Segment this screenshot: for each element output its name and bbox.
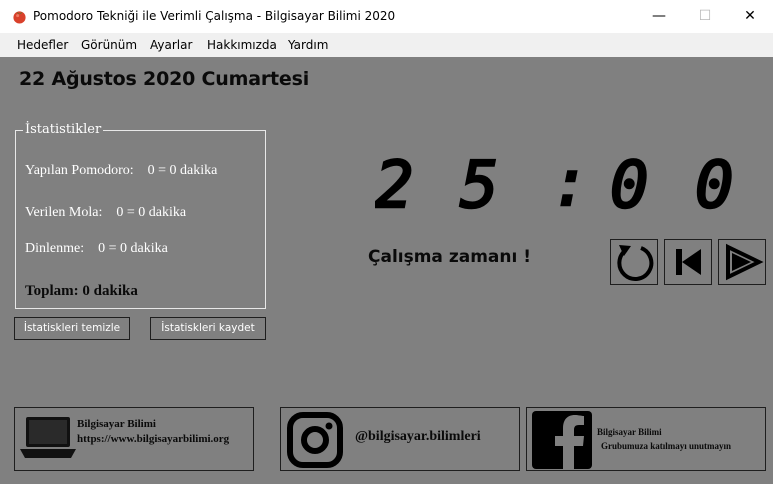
website-url: https://www.bilgisayarbilimi.org: [77, 433, 230, 445]
timer-separator: :: [551, 149, 590, 219]
facebook-link[interactable]: Bilgisayar Bilimi Grubumuza katılmayı un…: [526, 407, 766, 471]
clear-stats-button[interactable]: İstatiskleri temizle: [14, 317, 130, 340]
website-name: Bilgisayar Bilimi: [77, 418, 156, 430]
menu-gorunum[interactable]: Görünüm: [81, 38, 137, 52]
timer-digit: 0: [695, 149, 734, 219]
stat-total: Toplam: 0 dakika: [25, 283, 138, 299]
main-content: 22 Ağustos 2020 Cumartesi İstatistikler …: [0, 57, 773, 484]
stat-break-label: Verilen Mola:: [25, 205, 103, 220]
facebook-icon: [532, 411, 592, 469]
play-icon: [726, 243, 764, 281]
minimize-button[interactable]: —: [636, 0, 682, 32]
laptop-icon: [20, 417, 76, 458]
statistics-group: İstatistikler Yapılan Pomodoro: 0 = 0 dak…: [15, 122, 266, 309]
timer-display: 2 5 : 0 0: [375, 149, 735, 219]
stat-pomodoro-label: Yapılan Pomodoro:: [25, 163, 134, 178]
stat-break-value: 0 = 0 dakika: [116, 205, 187, 220]
stat-rest-value: 0 = 0 dakika: [98, 241, 168, 256]
refresh-icon: [617, 245, 654, 281]
timer-digit: 0: [610, 149, 649, 219]
close-button[interactable]: ✕: [727, 0, 773, 32]
timer-digit: 5: [460, 149, 499, 219]
stat-rest: Dinlenme: 0 = 0 dakika: [25, 241, 168, 257]
facebook-message: Grubumuza katılmayı unutmayın: [601, 441, 732, 451]
date-title: 22 Ağustos 2020 Cumartesi: [19, 68, 310, 90]
menu-hakkimizda[interactable]: Hakkımızda: [207, 38, 277, 52]
instagram-link[interactable]: @bilgisayar.bilimleri: [280, 407, 520, 471]
menu-yardim[interactable]: Yardım: [288, 38, 328, 52]
previous-button[interactable]: [664, 239, 712, 285]
stat-pomodoro-value: 0 = 0 dakika: [147, 163, 218, 178]
tomato-icon: [13, 11, 26, 24]
status-text: Çalışma zamanı !: [368, 247, 531, 267]
save-stats-button[interactable]: İstatiskleri kaydet: [150, 317, 266, 340]
instagram-handle: @bilgisayar.bilimleri: [355, 429, 481, 444]
timer-digit: 2: [375, 149, 414, 219]
menu-hedefler[interactable]: Hedefler: [17, 38, 68, 52]
maximize-button[interactable]: ☐: [682, 0, 728, 32]
play-button[interactable]: [718, 239, 766, 285]
reset-button[interactable]: [610, 239, 658, 285]
facebook-name: Bilgisayar Bilimi: [597, 427, 662, 437]
instagram-icon: [287, 412, 343, 468]
stat-pomodoro: Yapılan Pomodoro: 0 = 0 dakika: [25, 163, 217, 179]
stat-break: Verilen Mola: 0 = 0 dakika: [25, 205, 186, 221]
window-title: Pomodoro Tekniği ile Verimli Çalışma - B…: [33, 9, 396, 23]
menu-ayarlar[interactable]: Ayarlar: [150, 38, 192, 52]
stat-rest-label: Dinlenme:: [25, 241, 85, 256]
website-link[interactable]: Bilgisayar Bilimi https://www.bilgisayar…: [14, 407, 254, 471]
title-bar: Pomodoro Tekniği ile Verimli Çalışma - B…: [0, 0, 773, 32]
skip-back-icon: [676, 249, 701, 275]
menu-bar: Hedefler Görünüm Ayarlar Hakkımızda Yard…: [0, 32, 773, 57]
statistics-legend: İstatistikler: [23, 122, 104, 137]
